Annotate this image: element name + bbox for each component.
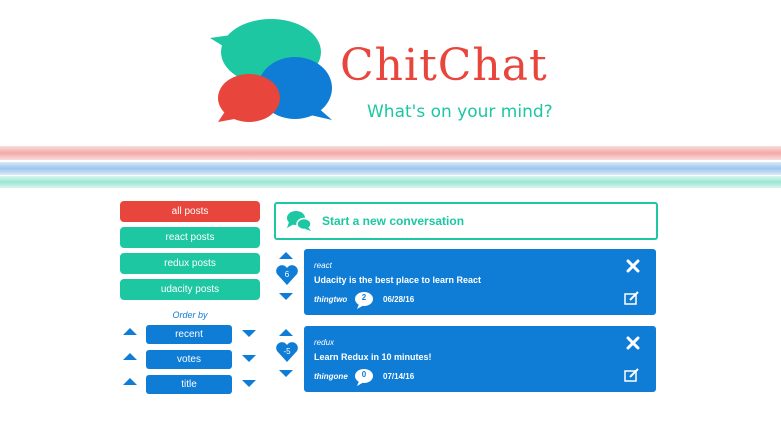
app-title: ChitChat (340, 40, 548, 91)
post-author: thingtwo (314, 295, 348, 304)
sort-recent-button[interactable]: recent (146, 325, 232, 344)
vote-score: -5 (283, 347, 291, 356)
new-conversation-label: Start a new conversation (322, 214, 465, 228)
post-category: redux (314, 338, 335, 347)
post-date: 07/14/16 (383, 372, 415, 381)
sort-title-button[interactable]: title (146, 375, 232, 394)
upvote-icon[interactable] (279, 252, 293, 259)
upvote-icon[interactable] (279, 329, 293, 336)
category-all-posts-button[interactable]: all posts (120, 201, 260, 222)
edit-icon[interactable] (624, 368, 640, 382)
stripe-blue (0, 162, 781, 175)
chat-bubbles-icon (287, 211, 312, 231)
post-card[interactable]: redux Learn Redux in 10 minutes! thingon… (304, 326, 656, 392)
stripe-red (0, 146, 781, 160)
post-category: react (314, 261, 332, 270)
sort-votes-descending-icon[interactable] (242, 355, 256, 362)
post-title[interactable]: Learn Redux in 10 minutes! (314, 352, 432, 362)
delete-icon[interactable] (626, 259, 640, 273)
new-conversation-button[interactable]: Start a new conversation (274, 202, 658, 240)
sort-title-ascending-icon[interactable] (123, 378, 137, 385)
sort-votes-button[interactable]: votes (146, 350, 232, 369)
downvote-icon[interactable] (279, 293, 293, 300)
comment-count: 0 (361, 370, 367, 379)
tagline: What's on your mind? (367, 102, 553, 122)
post-title[interactable]: Udacity is the best place to learn React (314, 275, 481, 285)
comment-count: 2 (361, 293, 367, 302)
order-by-label: Order by (172, 310, 208, 320)
sort-votes-ascending-icon[interactable] (123, 353, 137, 360)
sort-title-descending-icon[interactable] (242, 380, 256, 387)
stripe-teal (0, 176, 781, 188)
category-udacity-posts-button[interactable]: udacity posts (120, 279, 260, 300)
chat-bubbles-logo (210, 19, 332, 122)
vote-score: 6 (284, 270, 290, 279)
post-card[interactable]: react Udacity is the best place to learn… (304, 249, 656, 315)
category-react-posts-button[interactable]: react posts (120, 227, 260, 248)
post-date: 06/28/16 (383, 295, 415, 304)
post-author: thingone (314, 372, 348, 381)
sort-recent-descending-icon[interactable] (242, 330, 256, 337)
delete-icon[interactable] (626, 336, 640, 350)
downvote-icon[interactable] (279, 370, 293, 377)
edit-icon[interactable] (624, 291, 640, 305)
category-redux-posts-button[interactable]: redux posts (120, 253, 260, 274)
sort-recent-ascending-icon[interactable] (123, 328, 137, 335)
